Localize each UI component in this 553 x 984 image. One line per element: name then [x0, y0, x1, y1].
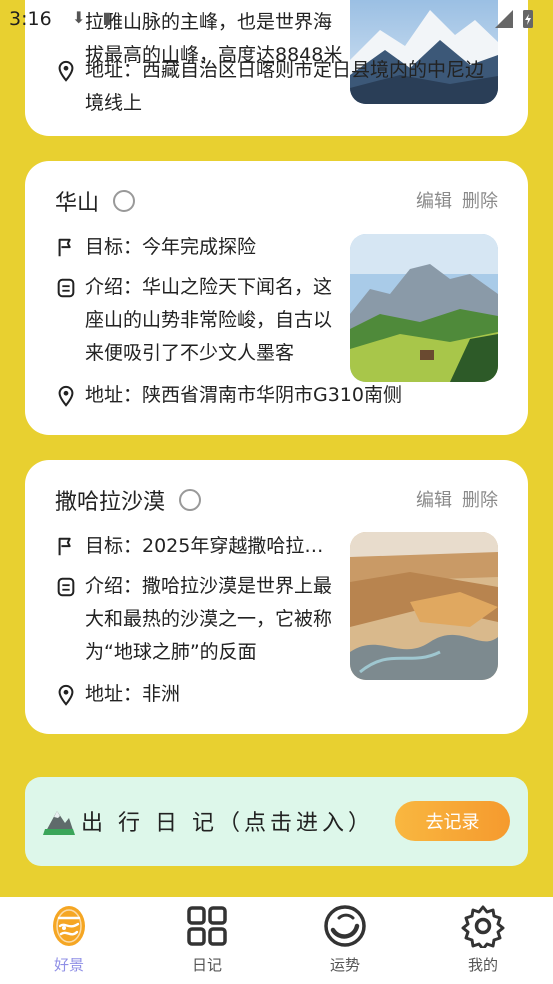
card-title: 撒哈拉沙漠 — [55, 490, 166, 515]
tab-label: 日记 — [191, 956, 222, 974]
tab-diary[interactable]: 日记 — [138, 897, 276, 984]
card-title: 华山 — [55, 191, 100, 216]
document-icon — [57, 278, 75, 298]
card-address: 地址：陕西省渭南市华阴市G310南侧 — [85, 384, 402, 406]
diary-title: 出 行 日 记（点击进入） — [81, 811, 374, 836]
tab-fortune[interactable]: 运势 — [276, 897, 414, 984]
card-address: 地址：西藏自治区日喀则市定日县境内的中尼边境线上 — [85, 59, 485, 114]
edit-button[interactable]: 编辑 — [416, 486, 452, 512]
place-card-everest[interactable]: 拉雅山脉的主峰，也是世界海拔最高的山峰，高度达8848米 地址：西藏自治区日喀则… — [25, 0, 528, 136]
place-card-huashan[interactable]: 华山 编辑 删除 目标：今年完成探险 介绍：华山之险天下闻名，这座山的山势非常险… — [25, 161, 528, 435]
card-address: 地址：非洲 — [85, 683, 181, 705]
gear-icon — [461, 905, 505, 948]
location-icon — [58, 385, 74, 407]
card-address-row: 地址：陕西省渭南市华阴市G310南侧 — [55, 379, 505, 412]
document-icon — [57, 577, 75, 597]
place-card-sahara[interactable]: 撒哈拉沙漠 编辑 删除 目标：2025年穿越撒哈拉沙漠 介绍：撒哈拉沙漠是世界上… — [25, 460, 528, 734]
card-address-row: 地址：西藏自治区日喀则市定日县境内的中尼边境线上 — [55, 54, 495, 120]
go-record-button[interactable]: 去记录 — [395, 801, 510, 841]
tab-scenery[interactable]: 好景 — [0, 897, 138, 984]
card-goal-row: 目标：今年完成探险 — [55, 231, 341, 264]
card-intro: 介绍：华山之险天下闻名，这座山的山势非常险峻，自古以来便吸引了不少文人墨客 — [85, 276, 333, 364]
card-goal-row: 目标：2025年穿越撒哈拉沙漠 — [55, 530, 341, 563]
delete-button[interactable]: 删除 — [462, 486, 498, 512]
fortune-icon — [324, 905, 366, 947]
tab-label: 运势 — [329, 956, 360, 974]
card-thumbnail[interactable] — [350, 532, 498, 680]
tab-label: 好景 — [53, 956, 84, 974]
card-intro: 介绍：撒哈拉沙漠是世界上最大和最热的沙漠之一，它被称为“地球之肺”的反面 — [85, 575, 333, 663]
edit-button[interactable]: 编辑 — [416, 187, 452, 213]
tab-label: 我的 — [467, 956, 498, 974]
location-icon — [58, 60, 74, 82]
completion-radio[interactable] — [113, 190, 136, 212]
delete-button[interactable]: 删除 — [462, 187, 498, 213]
card-intro-row: 介绍：撒哈拉沙漠是世界上最大和最热的沙漠之一，它被称为“地球之肺”的反面 — [55, 570, 341, 669]
location-icon — [58, 684, 74, 706]
scenery-icon — [53, 906, 85, 946]
card-intro-row: 介绍：华山之险天下闻名，这座山的山势非常险峻，自古以来便吸引了不少文人墨客 — [55, 271, 341, 370]
travel-diary-banner[interactable]: 出 行 日 记（点击进入） 去记录 — [25, 777, 528, 866]
card-thumbnail[interactable] — [350, 234, 498, 382]
mountain-icon — [43, 811, 75, 835]
grid-icon — [187, 906, 227, 946]
flag-icon — [58, 238, 71, 257]
bottom-tab-bar: 好景 日记 运势 我的 — [0, 897, 553, 984]
tab-mine[interactable]: 我的 — [414, 897, 552, 984]
card-address-row: 地址：非洲 — [55, 678, 505, 711]
flag-icon — [58, 537, 71, 556]
completion-radio[interactable] — [179, 489, 202, 511]
card-goal: 目标：今年完成探险 — [85, 236, 257, 258]
card-goal: 目标：2025年穿越撒哈拉沙漠 — [85, 535, 341, 557]
